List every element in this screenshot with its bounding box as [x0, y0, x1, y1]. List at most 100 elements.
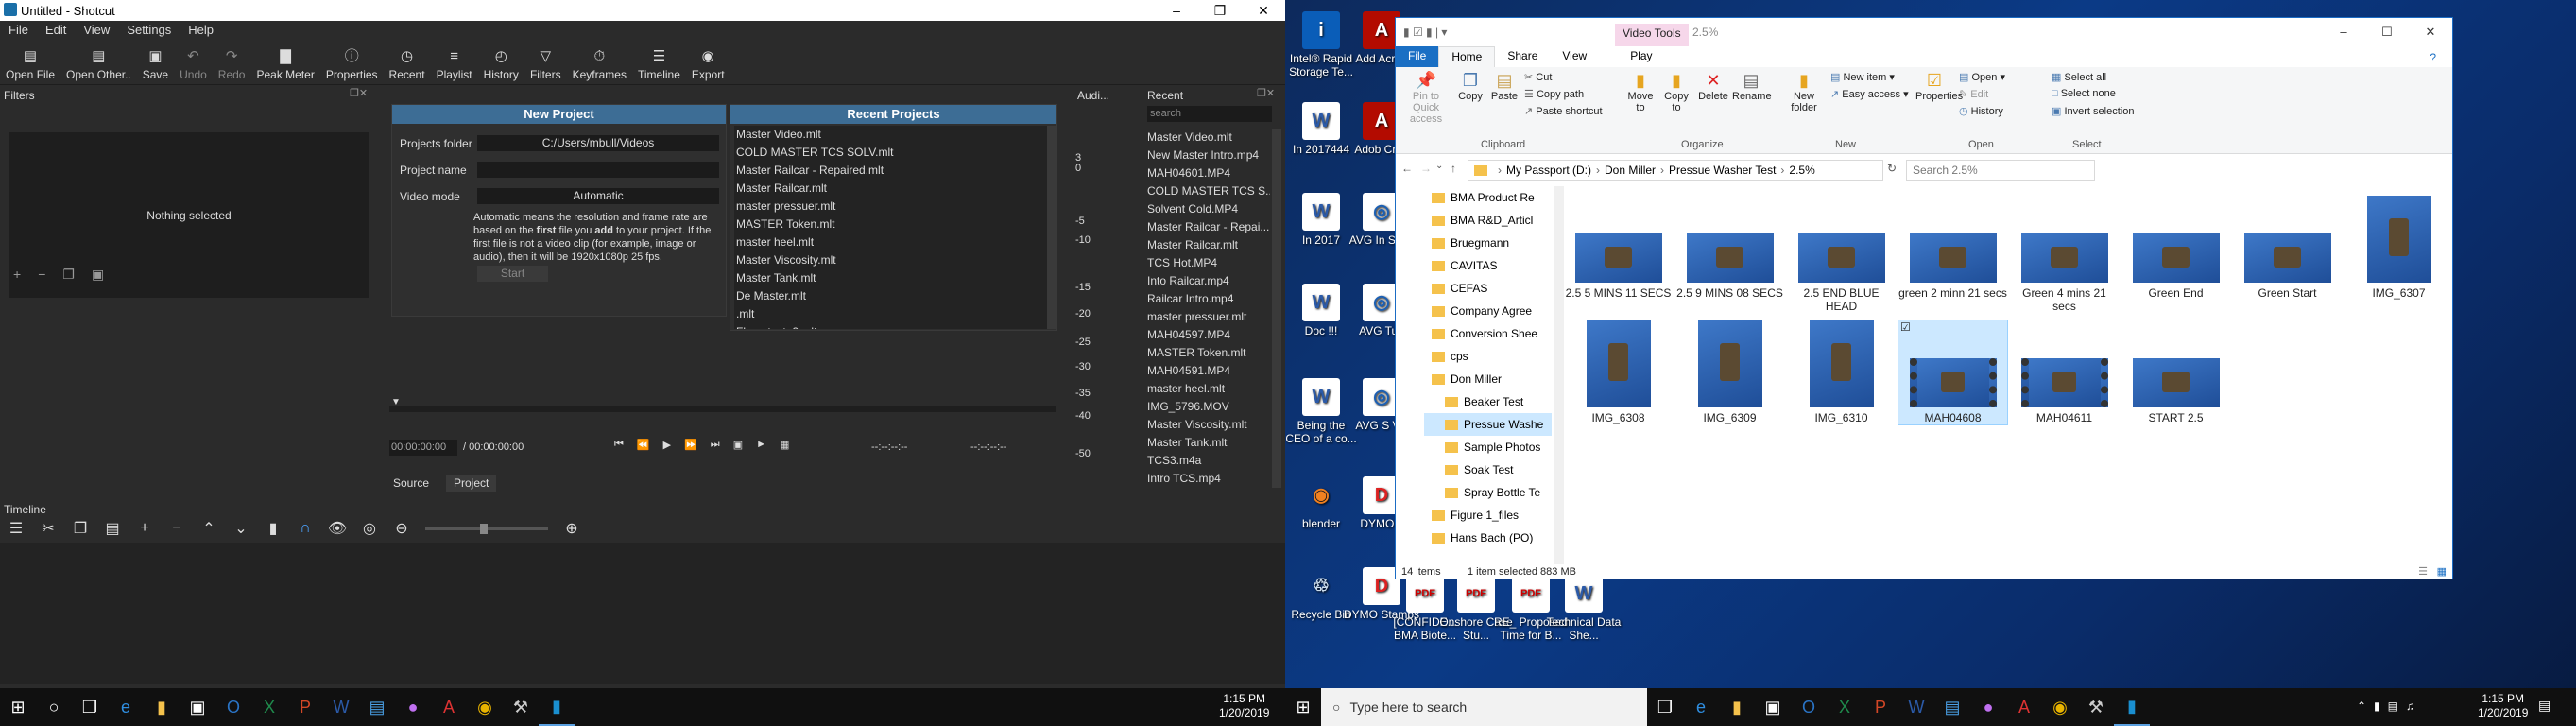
tab-home[interactable]: Home: [1438, 46, 1496, 67]
tab-play[interactable]: Play: [1618, 46, 1664, 67]
new-folder-button[interactable]: ▮ New folder: [1785, 71, 1823, 113]
lift-icon[interactable]: ⌃: [193, 519, 225, 538]
cortana-icon[interactable]: ○: [36, 688, 72, 726]
system-tray-icons[interactable]: ⌃▮▤♫: [2357, 700, 2422, 713]
recent-item[interactable]: Master Video.mlt: [1147, 129, 1270, 147]
tab-source[interactable]: Source: [393, 476, 429, 490]
photos-icon[interactable]: ▤: [1934, 688, 1970, 726]
nav-item[interactable]: Don Miller: [1424, 368, 1552, 390]
recent-project-item[interactable]: Master Railcar - Repaired.mlt: [734, 162, 1049, 180]
recent-item[interactable]: Into Railcar.mp4: [1147, 272, 1270, 290]
file-item[interactable]: ☑ MAH04608: [1898, 320, 2008, 425]
recent-project-item[interactable]: COLD MASTER TCS SOLV.mlt: [734, 144, 1049, 162]
delete-button[interactable]: ✕ Delete: [1696, 71, 1730, 102]
grid-icon[interactable]: ▦: [780, 439, 789, 451]
maps-icon[interactable]: ●: [1970, 688, 2006, 726]
recent-item[interactable]: TCS3.m4a: [1147, 452, 1270, 470]
word-icon[interactable]: W: [323, 688, 359, 726]
timeline-tracks[interactable]: [0, 543, 1285, 684]
excel-icon[interactable]: X: [1827, 688, 1863, 726]
recent-projects-scrollbar[interactable]: [1047, 126, 1056, 329]
file-item[interactable]: IMG_6309: [1675, 320, 1784, 424]
copy-button[interactable]: ❐ Copy: [1456, 71, 1485, 102]
paste-shortcut-button[interactable]: ↗ Paste shortcut: [1524, 105, 1603, 117]
nav-item[interactable]: BMA Product Re: [1424, 186, 1552, 209]
open-button[interactable]: ▤ Open ▾: [1959, 71, 2005, 83]
player-scrubber[interactable]: [389, 406, 1056, 412]
append-icon[interactable]: +: [129, 520, 161, 537]
video-mode-select[interactable]: Automatic: [477, 188, 719, 204]
rewind-icon[interactable]: ⏪: [637, 439, 650, 451]
toolbar-button-export[interactable]: ◉ Export: [686, 40, 730, 85]
refresh-icon[interactable]: ↻: [1887, 162, 1897, 175]
file-item[interactable]: 2.5 5 MINS 11 SECS: [1564, 196, 1673, 300]
remove-filter-icon[interactable]: −: [38, 267, 45, 283]
toolbar-button-timeline[interactable]: ☰ Timeline: [632, 40, 686, 85]
recent-item[interactable]: MAH04591.MP4: [1147, 362, 1270, 380]
loop-icon[interactable]: ▣: [733, 439, 743, 451]
store-icon[interactable]: ▣: [1755, 688, 1791, 726]
invert-selection-button[interactable]: ▣ Invert selection: [2052, 105, 2134, 117]
zoom-out-icon[interactable]: ⊖: [386, 519, 418, 538]
move-to-button[interactable]: ▮ Move to: [1626, 71, 1655, 113]
playhead-icon[interactable]: ▼: [391, 397, 401, 407]
tab-view[interactable]: View: [1550, 46, 1599, 67]
nav-scrollbar[interactable]: [1554, 186, 1564, 564]
new-item-button[interactable]: ▤ New item ▾: [1830, 71, 1895, 83]
toolbar-button-filters[interactable]: ▽ Filters: [524, 40, 567, 85]
excel-icon[interactable]: X: [251, 688, 287, 726]
skip-previous-icon[interactable]: ⏮: [614, 439, 624, 451]
toolbar-button-history[interactable]: ◴ History: [478, 40, 524, 85]
maximize-icon[interactable]: ❐: [1198, 0, 1242, 21]
breadcrumb-don-miller[interactable]: Don Miller: [1605, 164, 1656, 177]
ripple-icon[interactable]: ◎: [353, 519, 386, 538]
recent-project-item[interactable]: De Master.mlt: [734, 287, 1049, 305]
tab-project[interactable]: Project: [446, 475, 497, 492]
taskbar-search[interactable]: ○ Type here to search: [1321, 688, 1647, 726]
toolbar-button-open-other-[interactable]: ▤ Open Other..: [60, 40, 137, 85]
overwrite-icon[interactable]: ⌄: [225, 519, 257, 538]
taskbar-clock-left[interactable]: 1:15 PM 1/20/2019: [1219, 692, 1269, 720]
toolbar-button-properties[interactable]: ⓘ Properties: [320, 40, 384, 85]
file-item[interactable]: IMG_6308: [1564, 320, 1673, 424]
timecode-current[interactable]: 00:00:00:00: [389, 440, 457, 456]
menu-file[interactable]: File: [0, 21, 37, 40]
recent-project-item[interactable]: Master Tank.mlt: [734, 269, 1049, 287]
maximize-icon[interactable]: ☐: [2365, 18, 2409, 46]
nav-item[interactable]: Soak Test: [1424, 458, 1552, 481]
back-icon[interactable]: ←: [1401, 162, 1413, 175]
shotcut-taskbar-icon[interactable]: ▮: [539, 688, 575, 726]
start-icon[interactable]: ⊞: [1285, 688, 1321, 726]
recent-project-item[interactable]: master pressuer.mlt: [734, 198, 1049, 216]
file-item[interactable]: 2.5 END BLUE HEAD: [1787, 196, 1896, 313]
recent-project-item[interactable]: Flam_test_2.mlt: [734, 323, 1049, 329]
recent-item[interactable]: COLD MASTER TCS S...: [1147, 182, 1270, 200]
task-view-icon[interactable]: ❐: [72, 688, 108, 726]
toolbar-button-peak-meter[interactable]: ▇ Peak Meter: [250, 40, 319, 85]
recent-item[interactable]: MAH04601.MP4: [1147, 164, 1270, 182]
tab-file[interactable]: File: [1396, 46, 1439, 67]
file-item[interactable]: Green Start: [2233, 196, 2342, 300]
task-view-icon[interactable]: ❐: [1647, 688, 1683, 726]
rename-button[interactable]: ▤ Rename: [1732, 71, 1772, 102]
file-item[interactable]: IMG_6310: [1787, 320, 1896, 424]
menu-view[interactable]: View: [75, 21, 118, 40]
file-explorer-icon[interactable]: ▮: [1719, 688, 1755, 726]
minimize-icon[interactable]: –: [1155, 0, 1198, 21]
photos-icon[interactable]: ▤: [359, 688, 395, 726]
recent-project-item[interactable]: Master Railcar.mlt: [734, 180, 1049, 198]
file-item[interactable]: green 2 minn 21 secs: [1898, 196, 2007, 300]
copy-filter-icon[interactable]: ❐: [62, 267, 75, 283]
acrobat-icon[interactable]: A: [2006, 688, 2042, 726]
add-filter-icon[interactable]: +: [13, 267, 21, 283]
address-bar[interactable]: › My Passport (D:) › Don Miller › Pressue …: [1468, 160, 1883, 181]
recent-item[interactable]: Master Railcar - Repai...: [1147, 218, 1270, 236]
start-icon[interactable]: ⊞: [0, 688, 36, 726]
powerpoint-icon[interactable]: P: [1863, 688, 1898, 726]
recent-project-item[interactable]: master heel.mlt: [734, 233, 1049, 251]
nav-item[interactable]: CAVITAS: [1424, 254, 1552, 277]
recent-item[interactable]: master heel.mlt: [1147, 380, 1270, 398]
breadcrumb-drive[interactable]: My Passport (D:): [1506, 164, 1591, 177]
tools-icon[interactable]: ⚒: [2078, 688, 2114, 726]
breadcrumb-pressue-washer[interactable]: Pressue Washer Test: [1669, 164, 1776, 177]
